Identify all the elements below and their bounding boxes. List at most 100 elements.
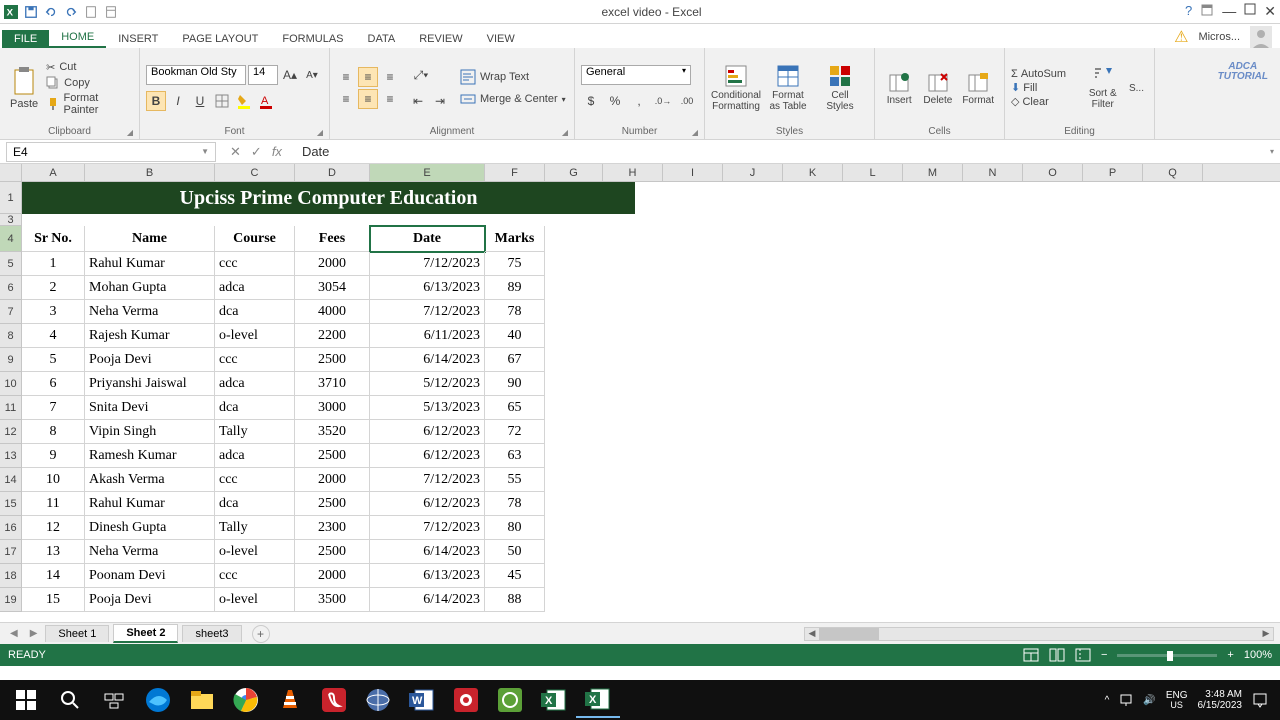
- increase-font-icon[interactable]: A▴: [280, 65, 300, 85]
- col-header-D[interactable]: D: [295, 164, 370, 181]
- cell[interactable]: 2000: [295, 468, 370, 492]
- cell[interactable]: 6/12/2023: [370, 492, 485, 516]
- cell[interactable]: 2000: [295, 252, 370, 276]
- row-header-10[interactable]: 10: [0, 372, 21, 396]
- user-avatar-icon[interactable]: [1250, 26, 1272, 48]
- row-header-5[interactable]: 5: [0, 252, 21, 276]
- cell[interactable]: 7/12/2023: [370, 516, 485, 540]
- cell[interactable]: 9: [22, 444, 85, 468]
- row-header-12[interactable]: 12: [0, 420, 21, 444]
- align-top-icon[interactable]: ≡: [336, 67, 356, 87]
- redo-icon[interactable]: [64, 5, 78, 19]
- align-center-icon[interactable]: ≡: [358, 89, 378, 109]
- zoom-out-icon[interactable]: −: [1101, 649, 1107, 661]
- col-header-P[interactable]: P: [1083, 164, 1143, 181]
- cell[interactable]: Course: [215, 226, 295, 252]
- clear-button[interactable]: ◇Clear: [1011, 95, 1080, 108]
- col-header-F[interactable]: F: [485, 164, 545, 181]
- cell[interactable]: 6/14/2023: [370, 540, 485, 564]
- cell[interactable]: Snita Devi: [85, 396, 215, 420]
- merge-center-button[interactable]: Merge & Center ▾: [460, 91, 566, 107]
- row-header-14[interactable]: 14: [0, 468, 21, 492]
- cell[interactable]: 63: [485, 444, 545, 468]
- col-header-K[interactable]: K: [783, 164, 843, 181]
- cell[interactable]: Tally: [215, 516, 295, 540]
- new-doc-icon[interactable]: [84, 5, 98, 19]
- cell[interactable]: 3520: [295, 420, 370, 444]
- cell[interactable]: 6/12/2023: [370, 444, 485, 468]
- cell[interactable]: 2500: [295, 540, 370, 564]
- cell[interactable]: 88: [485, 588, 545, 612]
- font-name-select[interactable]: Bookman Old Sty: [146, 65, 246, 85]
- increase-indent-icon[interactable]: ⇥: [430, 91, 450, 111]
- cell[interactable]: 3: [22, 300, 85, 324]
- cell[interactable]: adca: [215, 276, 295, 300]
- tab-view[interactable]: VIEW: [475, 30, 527, 48]
- network-icon[interactable]: [1119, 693, 1133, 707]
- align-bottom-icon[interactable]: ≡: [380, 67, 400, 87]
- tab-insert[interactable]: INSERT: [106, 30, 170, 48]
- cell[interactable]: Neha Verma: [85, 300, 215, 324]
- notifications-icon[interactable]: [1252, 692, 1268, 708]
- add-sheet-button[interactable]: +: [252, 625, 270, 643]
- print-icon[interactable]: [104, 5, 118, 19]
- decrease-font-icon[interactable]: A▾: [302, 65, 322, 85]
- font-color-button[interactable]: A: [256, 91, 276, 111]
- browser-icon[interactable]: [356, 682, 400, 718]
- cell[interactable]: 5/12/2023: [370, 372, 485, 396]
- format-painter-button[interactable]: Format Painter: [46, 92, 133, 116]
- align-middle-icon[interactable]: ≡: [358, 67, 378, 87]
- cell[interactable]: 7/12/2023: [370, 252, 485, 276]
- close-icon[interactable]: ✕: [1264, 3, 1276, 20]
- col-header-C[interactable]: C: [215, 164, 295, 181]
- help-icon[interactable]: ?: [1185, 3, 1192, 20]
- cell[interactable]: 3500: [295, 588, 370, 612]
- cell[interactable]: 78: [485, 492, 545, 516]
- zoom-in-icon[interactable]: +: [1227, 649, 1233, 661]
- cell[interactable]: Vipin Singh: [85, 420, 215, 444]
- cell[interactable]: 10: [22, 468, 85, 492]
- cell[interactable]: 55: [485, 468, 545, 492]
- row-header-3[interactable]: 3: [0, 214, 21, 226]
- tab-data[interactable]: DATA: [356, 30, 408, 48]
- cell[interactable]: 5: [22, 348, 85, 372]
- cell[interactable]: 4000: [295, 300, 370, 324]
- cell[interactable]: 14: [22, 564, 85, 588]
- cell[interactable]: o-level: [215, 588, 295, 612]
- cell[interactable]: 6/13/2023: [370, 564, 485, 588]
- cell[interactable]: Rahul Kumar: [85, 492, 215, 516]
- cell[interactable]: Dinesh Gupta: [85, 516, 215, 540]
- cell[interactable]: 78: [485, 300, 545, 324]
- cell-styles-button[interactable]: Cell Styles: [815, 62, 865, 114]
- fx-icon[interactable]: fx: [272, 144, 282, 160]
- cell[interactable]: Rahul Kumar: [85, 252, 215, 276]
- tab-review[interactable]: REVIEW: [407, 30, 474, 48]
- number-launcher-icon[interactable]: ◢: [692, 128, 698, 137]
- expand-formula-icon[interactable]: ▾: [1270, 147, 1280, 156]
- cell[interactable]: Name: [85, 226, 215, 252]
- search-icon[interactable]: [48, 682, 92, 718]
- align-left-icon[interactable]: ≡: [336, 89, 356, 109]
- cell[interactable]: ccc: [215, 252, 295, 276]
- number-format-select[interactable]: General▾: [581, 65, 691, 85]
- col-header-N[interactable]: N: [963, 164, 1023, 181]
- cell[interactable]: 3710: [295, 372, 370, 396]
- cell[interactable]: 3054: [295, 276, 370, 300]
- zoom-slider[interactable]: [1117, 654, 1217, 657]
- excel-2-icon[interactable]: X: [532, 682, 576, 718]
- cell[interactable]: 7/12/2023: [370, 300, 485, 324]
- clipboard-launcher-icon[interactable]: ◢: [127, 128, 133, 137]
- start-button[interactable]: [4, 682, 48, 718]
- cell[interactable]: 80: [485, 516, 545, 540]
- vlc-icon[interactable]: [268, 682, 312, 718]
- maximize-icon[interactable]: [1244, 3, 1256, 20]
- view-page-layout-icon[interactable]: [1049, 648, 1065, 662]
- cell[interactable]: ccc: [215, 564, 295, 588]
- col-header-O[interactable]: O: [1023, 164, 1083, 181]
- row-header-16[interactable]: 16: [0, 516, 21, 540]
- cell[interactable]: 50: [485, 540, 545, 564]
- minimize-icon[interactable]: —: [1222, 3, 1236, 20]
- cell[interactable]: 13: [22, 540, 85, 564]
- sheet-nav-prev-icon[interactable]: ◀: [6, 628, 22, 639]
- cell[interactable]: 1: [22, 252, 85, 276]
